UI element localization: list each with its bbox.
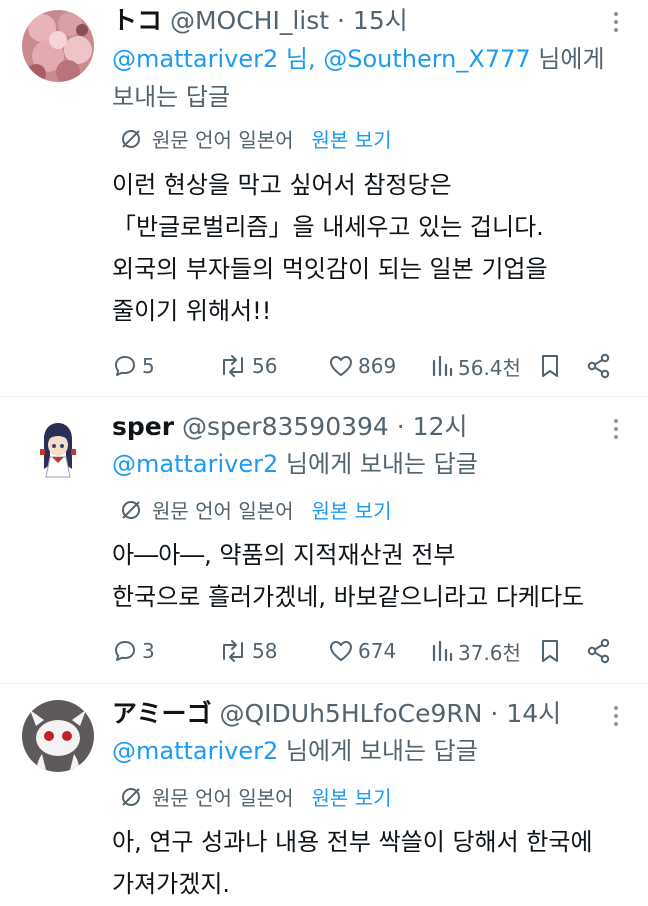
tweet-body: 이런 현상을 막고 싶어서 참정당은 「반글로벌리즘」을 내세우고 있는 겁니다… (112, 164, 628, 332)
tweet-text-line: 이런 현상을 막고 싶어서 참정당은 (112, 171, 452, 199)
show-original-link[interactable]: 원본 보기 (312, 495, 392, 524)
reply-count: 3 (142, 639, 155, 663)
like-button[interactable]: 674 (328, 636, 396, 666)
share-icon (587, 353, 610, 379)
tweet-header: sper @sper83590394 · 12시 (112, 412, 588, 442)
reply-icon (115, 356, 135, 376)
tweet-body: 아―아―, 약품의 지적재산권 전부 한국으로 흘러가겠네, 바보같으니라고 다… (112, 534, 628, 618)
bookmark-icon (542, 640, 558, 662)
display-name[interactable]: トコ (112, 6, 162, 35)
share-icon (587, 638, 610, 664)
tweet-header: トコ @MOCHI_list · 15시 (112, 6, 588, 36)
timestamp[interactable]: 15시 (353, 6, 408, 35)
retweet-count: 56 (252, 354, 278, 378)
views-chart-icon (432, 355, 453, 377)
more-options-icon[interactable] (606, 419, 626, 443)
avatar[interactable] (22, 700, 94, 772)
tweet-text-line: 가져가겠지. (112, 870, 231, 898)
tweet-text-line: 아, 연구 성과나 내용 전부 싹쓸이 당해서 한국에 (112, 828, 593, 856)
user-handle[interactable]: @QIDUh5HLfoCe9RN (219, 699, 482, 728)
show-original-link[interactable]: 원본 보기 (312, 124, 392, 153)
display-name[interactable]: sper (112, 412, 174, 441)
separator-dot: · (329, 6, 353, 35)
reply-mentions[interactable]: @mattariver2 님, @Southern_X777 (112, 45, 531, 73)
timestamp[interactable]: 14시 (506, 699, 561, 728)
views-count: 37.6천 (458, 640, 521, 665)
anime-girl-avatar-icon (22, 413, 94, 485)
tweet-3[interactable]: アミーゴ @QIDUh5HLfoCe9RN · 14시 @mattariver2… (0, 684, 648, 906)
action-bar: 5 56 869 56.4천 (112, 351, 628, 381)
no-translate-icon (122, 129, 140, 148)
separator-dot: · (388, 412, 413, 441)
cherry-blossom-avatar-icon (22, 10, 94, 82)
bookmark-button[interactable] (539, 351, 561, 381)
retweet-icon (223, 355, 243, 377)
reply-mentions[interactable]: @mattariver2 (112, 737, 278, 765)
more-options-icon[interactable] (606, 706, 626, 730)
translation-label: 원문 언어 일본어 (152, 499, 294, 523)
reply-mentions[interactable]: @mattariver2 (112, 450, 278, 478)
tweet-text-line: 줄이기 위해서!! (112, 297, 272, 325)
user-handle[interactable]: @sper83590394 (182, 412, 389, 441)
tweet-text-line: 한국으로 흘러가겠네, 바보같으니라고 다케다도 (112, 583, 585, 611)
tweet-2[interactable]: sper @sper83590394 · 12시 @mattariver2 님에… (0, 397, 648, 682)
reply-suffix: 님에게 (538, 45, 605, 73)
reply-button[interactable]: 3 (112, 636, 155, 666)
heart-icon (330, 641, 352, 661)
reply-button[interactable]: 5 (112, 351, 155, 381)
reply-suffix: 님에게 보내는 답글 (285, 737, 478, 765)
translation-label: 원문 언어 일본어 (152, 128, 294, 152)
views-count: 56.4천 (458, 355, 521, 380)
tweet-text-line: 외국의 부자들의 먹잇감이 되는 일본 기업을 (112, 255, 548, 283)
reply-context: @mattariver2 님, @Southern_X777 님에게 보내는 답… (112, 40, 624, 116)
reply-context: @mattariver2 님에게 보내는 답글 (112, 732, 624, 770)
like-count: 674 (358, 639, 397, 663)
translation-bar: 원문 언어 일본어 원본 보기 (120, 495, 391, 524)
translation-bar: 원문 언어 일본어 원본 보기 (120, 124, 391, 153)
retweet-button[interactable]: 58 (218, 636, 277, 666)
tweet-header: アミーゴ @QIDUh5HLfoCe9RN · 14시 (112, 699, 588, 729)
display-name[interactable]: アミーゴ (112, 699, 212, 728)
tweet-body: 아, 연구 성과나 내용 전부 싹쓸이 당해서 한국에 가져가겠지. (112, 821, 628, 905)
no-translate-icon (122, 500, 140, 519)
retweet-icon (223, 640, 243, 662)
reply-icon (115, 641, 135, 661)
show-original-link[interactable]: 원본 보기 (312, 782, 392, 811)
like-button[interactable]: 869 (328, 351, 396, 381)
heart-icon (330, 356, 352, 376)
retweet-count: 58 (252, 639, 278, 663)
reply-context: @mattariver2 님에게 보내는 답글 (112, 445, 624, 483)
retweet-button[interactable]: 56 (218, 351, 277, 381)
separator-dot: · (482, 699, 507, 728)
share-button[interactable] (586, 636, 612, 666)
like-count: 869 (358, 354, 397, 378)
no-translate-icon (122, 787, 140, 806)
share-button[interactable] (586, 351, 612, 381)
avatar[interactable] (22, 10, 94, 82)
translation-label: 원문 언어 일본어 (152, 786, 294, 810)
avatar[interactable] (22, 413, 94, 485)
views-button[interactable]: 37.6천 (430, 636, 521, 666)
tweet-text-line: 「반글로벌리즘」을 내세우고 있는 겁니다. (112, 213, 544, 241)
white-creature-avatar-icon (22, 700, 94, 772)
timestamp[interactable]: 12시 (413, 412, 468, 441)
translation-bar: 원문 언어 일본어 원본 보기 (120, 782, 391, 811)
action-bar: 3 58 674 37.6천 (112, 636, 628, 666)
bookmark-button[interactable] (539, 636, 561, 666)
bookmark-icon (542, 355, 558, 377)
views-chart-icon (432, 640, 453, 662)
reply-count: 5 (142, 354, 155, 378)
views-button[interactable]: 56.4천 (430, 351, 521, 381)
user-handle[interactable]: @MOCHI_list (170, 6, 329, 35)
tweet-text-line: 아―아―, 약품의 지적재산권 전부 (112, 541, 456, 569)
reply-suffix: 님에게 보내는 답글 (285, 450, 478, 478)
reply-line2: 보내는 답글 (112, 83, 231, 111)
tweet-1[interactable]: トコ @MOCHI_list · 15시 @mattariver2 님, @So… (0, 0, 648, 396)
more-options-icon[interactable] (606, 12, 626, 36)
